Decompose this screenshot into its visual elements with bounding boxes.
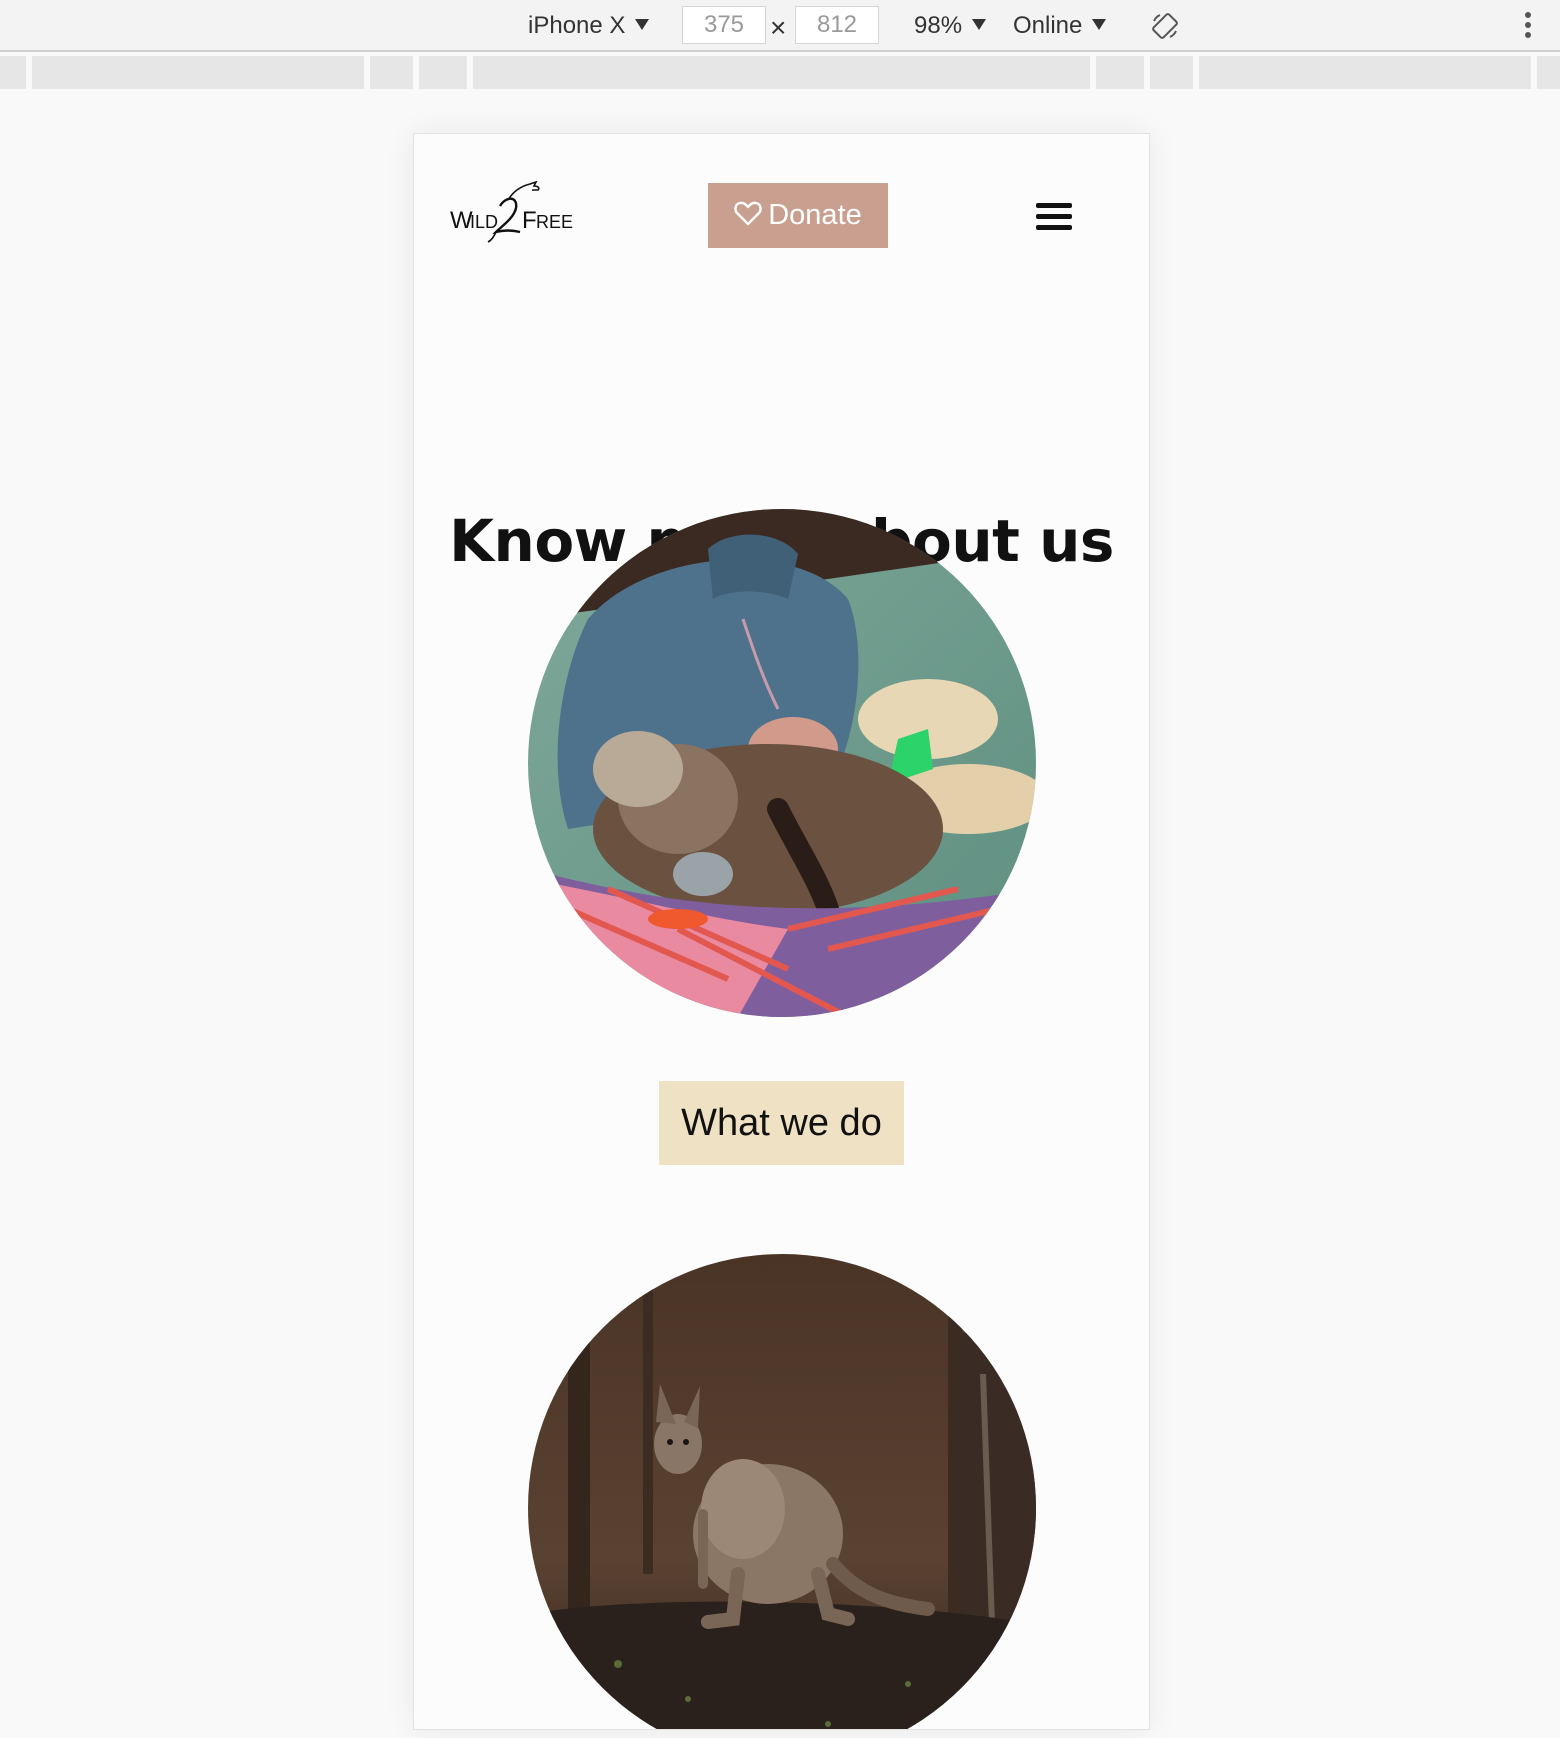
svg-text:F: F (522, 207, 537, 234)
ruler-segment[interactable] (1537, 56, 1560, 89)
svg-text:ILD: ILD (470, 212, 498, 232)
chevron-down-icon (635, 19, 650, 31)
more-options-icon[interactable] (1520, 12, 1536, 42)
device-select-label: iPhone X (528, 12, 626, 39)
zoom-select-label: 98% (914, 12, 963, 39)
ruler-segment[interactable] (419, 56, 467, 89)
menu-icon[interactable] (1036, 203, 1072, 231)
dimension-separator: × (770, 12, 787, 43)
network-throttle-label: Online (1013, 12, 1083, 39)
ruler-segment[interactable] (32, 56, 364, 89)
devtools-toolbar: iPhone X 375 × 812 98% Online (0, 0, 1560, 52)
site-logo[interactable]: W ILD F REE (450, 178, 580, 246)
svg-text:REE: REE (536, 212, 573, 232)
koala-rescue-image (528, 509, 1036, 1017)
ruler-segment[interactable] (370, 56, 413, 89)
donate-button-label: Donate (768, 199, 862, 231)
device-viewport: W ILD F REE Donate Know more about us (413, 133, 1150, 1730)
ruler-segment[interactable] (473, 56, 1090, 89)
kangaroo-image (528, 1254, 1036, 1729)
chevron-down-icon (972, 19, 987, 31)
media-query-ruler (0, 56, 1560, 89)
viewport-height-input[interactable]: 812 (795, 6, 879, 44)
zoom-select[interactable]: 98% (914, 0, 987, 52)
ruler-segment[interactable] (0, 56, 26, 89)
device-select[interactable]: iPhone X (528, 0, 650, 52)
chevron-down-icon (1092, 19, 1107, 31)
donate-button[interactable]: Donate (708, 183, 888, 248)
viewport-width-input[interactable]: 375 (682, 6, 766, 44)
what-we-do-button[interactable]: What we do (659, 1081, 904, 1165)
ruler-segment[interactable] (1096, 56, 1144, 89)
rotate-icon[interactable] (1150, 11, 1180, 41)
network-throttle-select[interactable]: Online (1013, 0, 1107, 52)
ruler-segment[interactable] (1199, 56, 1531, 89)
heart-icon (734, 202, 762, 226)
ruler-segment[interactable] (1150, 56, 1193, 89)
